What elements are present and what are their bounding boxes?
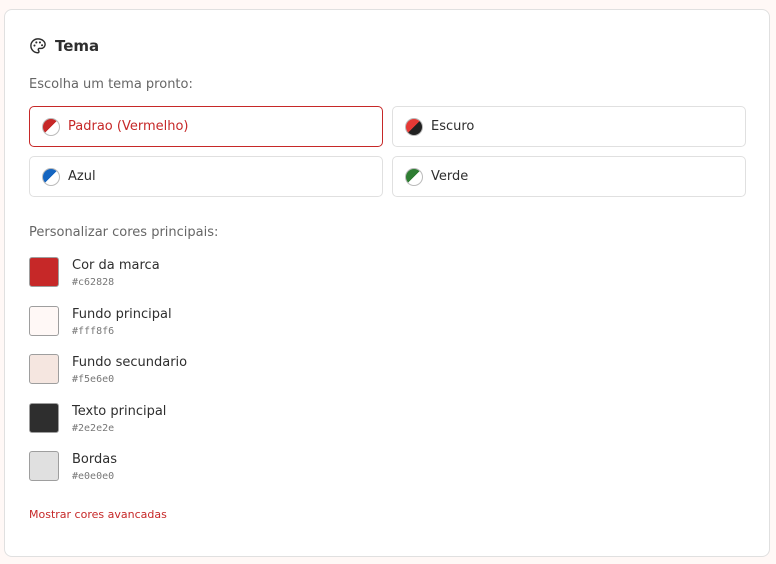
color-row-text: Texto principal #2e2e2e [29, 403, 166, 434]
color-picker-swatch[interactable] [29, 257, 59, 287]
color-hex: #e0e0e0 [72, 471, 115, 482]
theme-option-padrao[interactable]: Padrao (Vermelho) [29, 106, 383, 147]
theme-option-label: Escuro [431, 119, 475, 134]
color-picker-swatch[interactable] [29, 403, 59, 433]
color-name: Cor da marca [72, 258, 160, 273]
palette-icon [30, 38, 46, 54]
color-row-brand: Cor da marca #c62828 [29, 257, 160, 288]
theme-swatch-icon [405, 167, 423, 186]
theme-option-label: Padrao (Vermelho) [68, 119, 189, 134]
theme-card: Tema Escolha um tema pronto: Padrao (Ver… [4, 9, 770, 557]
color-hex: #f5e6e0 [72, 374, 115, 385]
section-header: Tema [29, 37, 99, 55]
theme-option-label: Azul [68, 169, 96, 184]
color-name: Bordas [72, 452, 117, 467]
color-name: Texto principal [72, 404, 167, 419]
color-picker-swatch[interactable] [29, 451, 59, 481]
color-hex: #fff8f6 [72, 326, 115, 337]
section-title: Tema [55, 37, 100, 55]
theme-option-escuro[interactable]: Escuro [392, 106, 746, 147]
theme-option-label: Verde [431, 169, 469, 184]
color-picker-swatch[interactable] [29, 354, 59, 384]
color-row-bg-main: Fundo principal #fff8f6 [29, 306, 172, 337]
color-name: Fundo principal [72, 307, 172, 322]
theme-swatch-icon [42, 117, 60, 136]
color-hex: #c62828 [72, 277, 115, 288]
custom-colors-label: Personalizar cores principais: [29, 225, 219, 240]
theme-option-verde[interactable]: Verde [392, 156, 746, 197]
show-advanced-colors-link[interactable]: Mostrar cores avancadas [29, 508, 167, 521]
color-picker-swatch[interactable] [29, 306, 59, 336]
color-hex: #2e2e2e [72, 423, 115, 434]
theme-option-azul[interactable]: Azul [29, 156, 383, 197]
theme-swatch-icon [405, 117, 423, 136]
presets-label: Escolha um tema pronto: [29, 77, 193, 92]
color-row-bg-secondary: Fundo secundario #f5e6e0 [29, 354, 187, 385]
color-name: Fundo secundario [72, 355, 188, 370]
color-row-borders: Bordas #e0e0e0 [29, 451, 117, 482]
theme-swatch-icon [42, 167, 60, 186]
